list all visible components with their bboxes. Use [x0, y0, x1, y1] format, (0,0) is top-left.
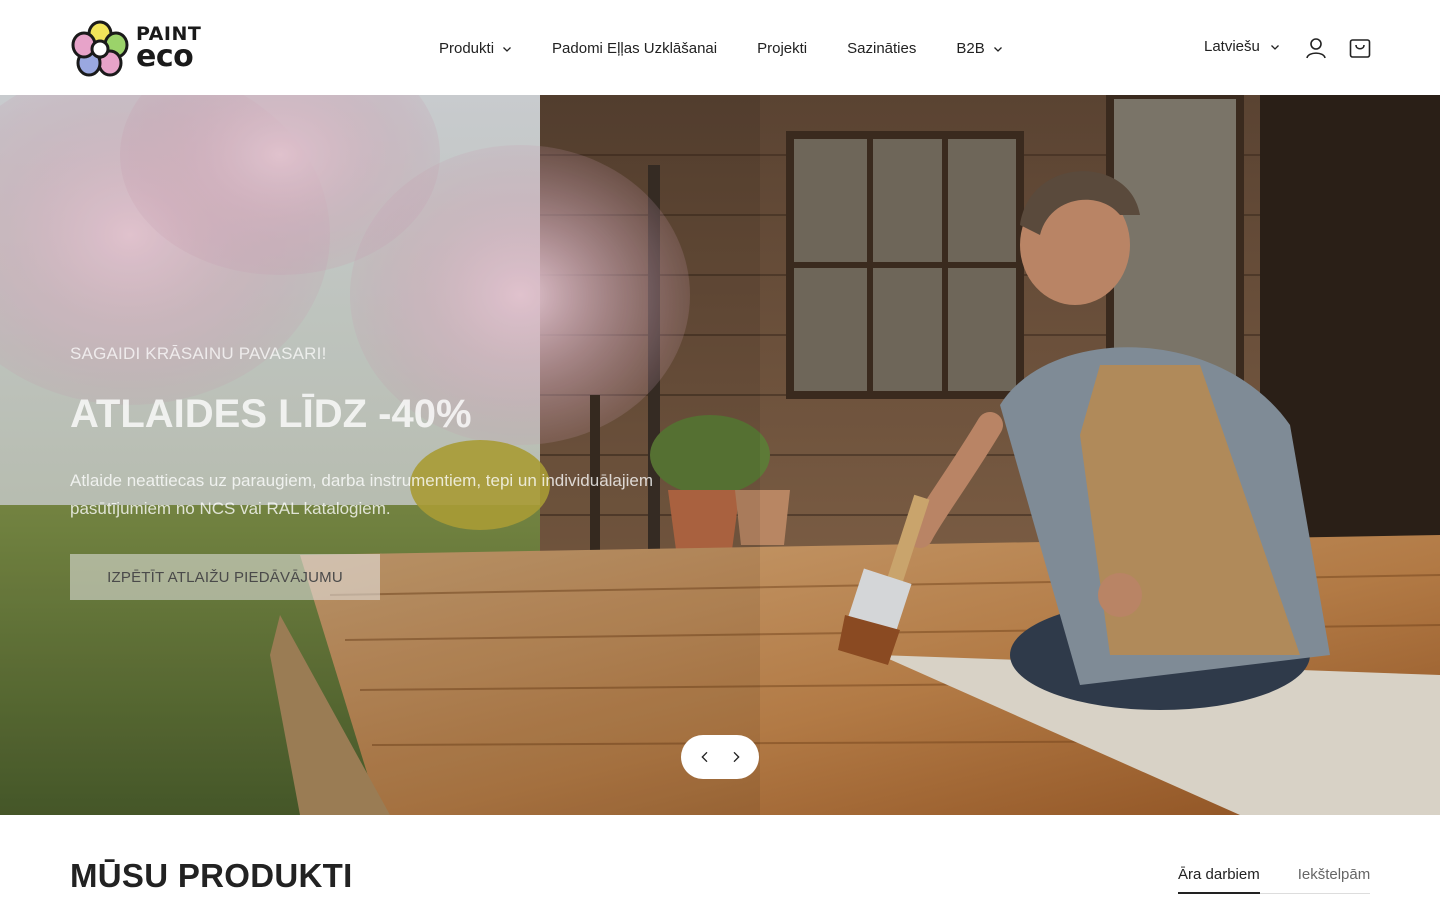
nav-item-label: B2B: [956, 39, 985, 57]
nav-item-produkti[interactable]: Produkti: [439, 40, 512, 57]
user-icon: [1306, 38, 1326, 59]
previous-slide-button[interactable]: [693, 745, 717, 769]
nav-item-label: Padomi Eļļas Uzklāšanai: [552, 39, 718, 57]
hero-eyebrow: SAGAIDI KRĀSAINU PAVASARI!: [70, 344, 327, 363]
chevron-right-icon: [733, 751, 740, 763]
tab-outdoor[interactable]: Āra darbiem: [1178, 866, 1260, 894]
hero-description: Atlaide neattiecas uz paraugiem, darba i…: [70, 471, 654, 518]
nav-item-padomi[interactable]: Padomi Eļļas Uzklāšanai: [552, 40, 717, 57]
cart-icon: [1349, 39, 1371, 58]
nav-item-label: Produkti: [439, 39, 495, 57]
slider-controls: [681, 735, 759, 779]
nav-item-projekti[interactable]: Projekti: [757, 40, 807, 57]
flower-logo-icon: [71, 20, 129, 77]
chevron-down-icon: [503, 46, 511, 52]
chevron-left-icon: [700, 751, 707, 763]
main-nav: Produkti Padomi Eļļas Uzklāšanai Projekt…: [439, 38, 1003, 58]
chevron-down-icon: [993, 46, 1002, 52]
hero-title: ATLAIDES LĪDZ -40%: [70, 392, 472, 436]
language-selector[interactable]: Latviešu: [1204, 38, 1280, 55]
explore-offers-button[interactable]: IZPĒTĪT ATLAIŽU PIEDĀVĀJUMU: [70, 554, 380, 600]
paint-eco-logo[interactable]: PAINT eco: [70, 18, 202, 78]
nav-item-b2b[interactable]: B2B: [956, 40, 1002, 57]
nav-item-label: Sazināties: [847, 39, 917, 57]
chevron-down-icon: [1270, 45, 1279, 50]
hero-image: [0, 95, 1440, 815]
next-slide-button[interactable]: [724, 745, 748, 769]
products-section-title: MŪSU PRODUKTI: [70, 857, 353, 894]
nav-item-label: Projekti: [757, 39, 808, 57]
nav-item-sazinaties[interactable]: Sazināties: [847, 40, 916, 57]
products-tabs: Āra darbiem Iekštelpām: [1178, 866, 1370, 894]
site-header: PAINT eco Produkti Padomi Eļļas Uzklāšan…: [0, 0, 1440, 95]
tab-indoor[interactable]: Iekštelpām: [1298, 866, 1371, 894]
language-label: Latviešu: [1204, 38, 1260, 55]
cart-button[interactable]: [1348, 36, 1372, 60]
hero-slider: SAGAIDI KRĀSAINU PAVASARI! ATLAIDES LĪDZ…: [0, 95, 1440, 815]
logo-word-eco: eco: [136, 38, 194, 74]
account-button[interactable]: [1304, 36, 1328, 60]
